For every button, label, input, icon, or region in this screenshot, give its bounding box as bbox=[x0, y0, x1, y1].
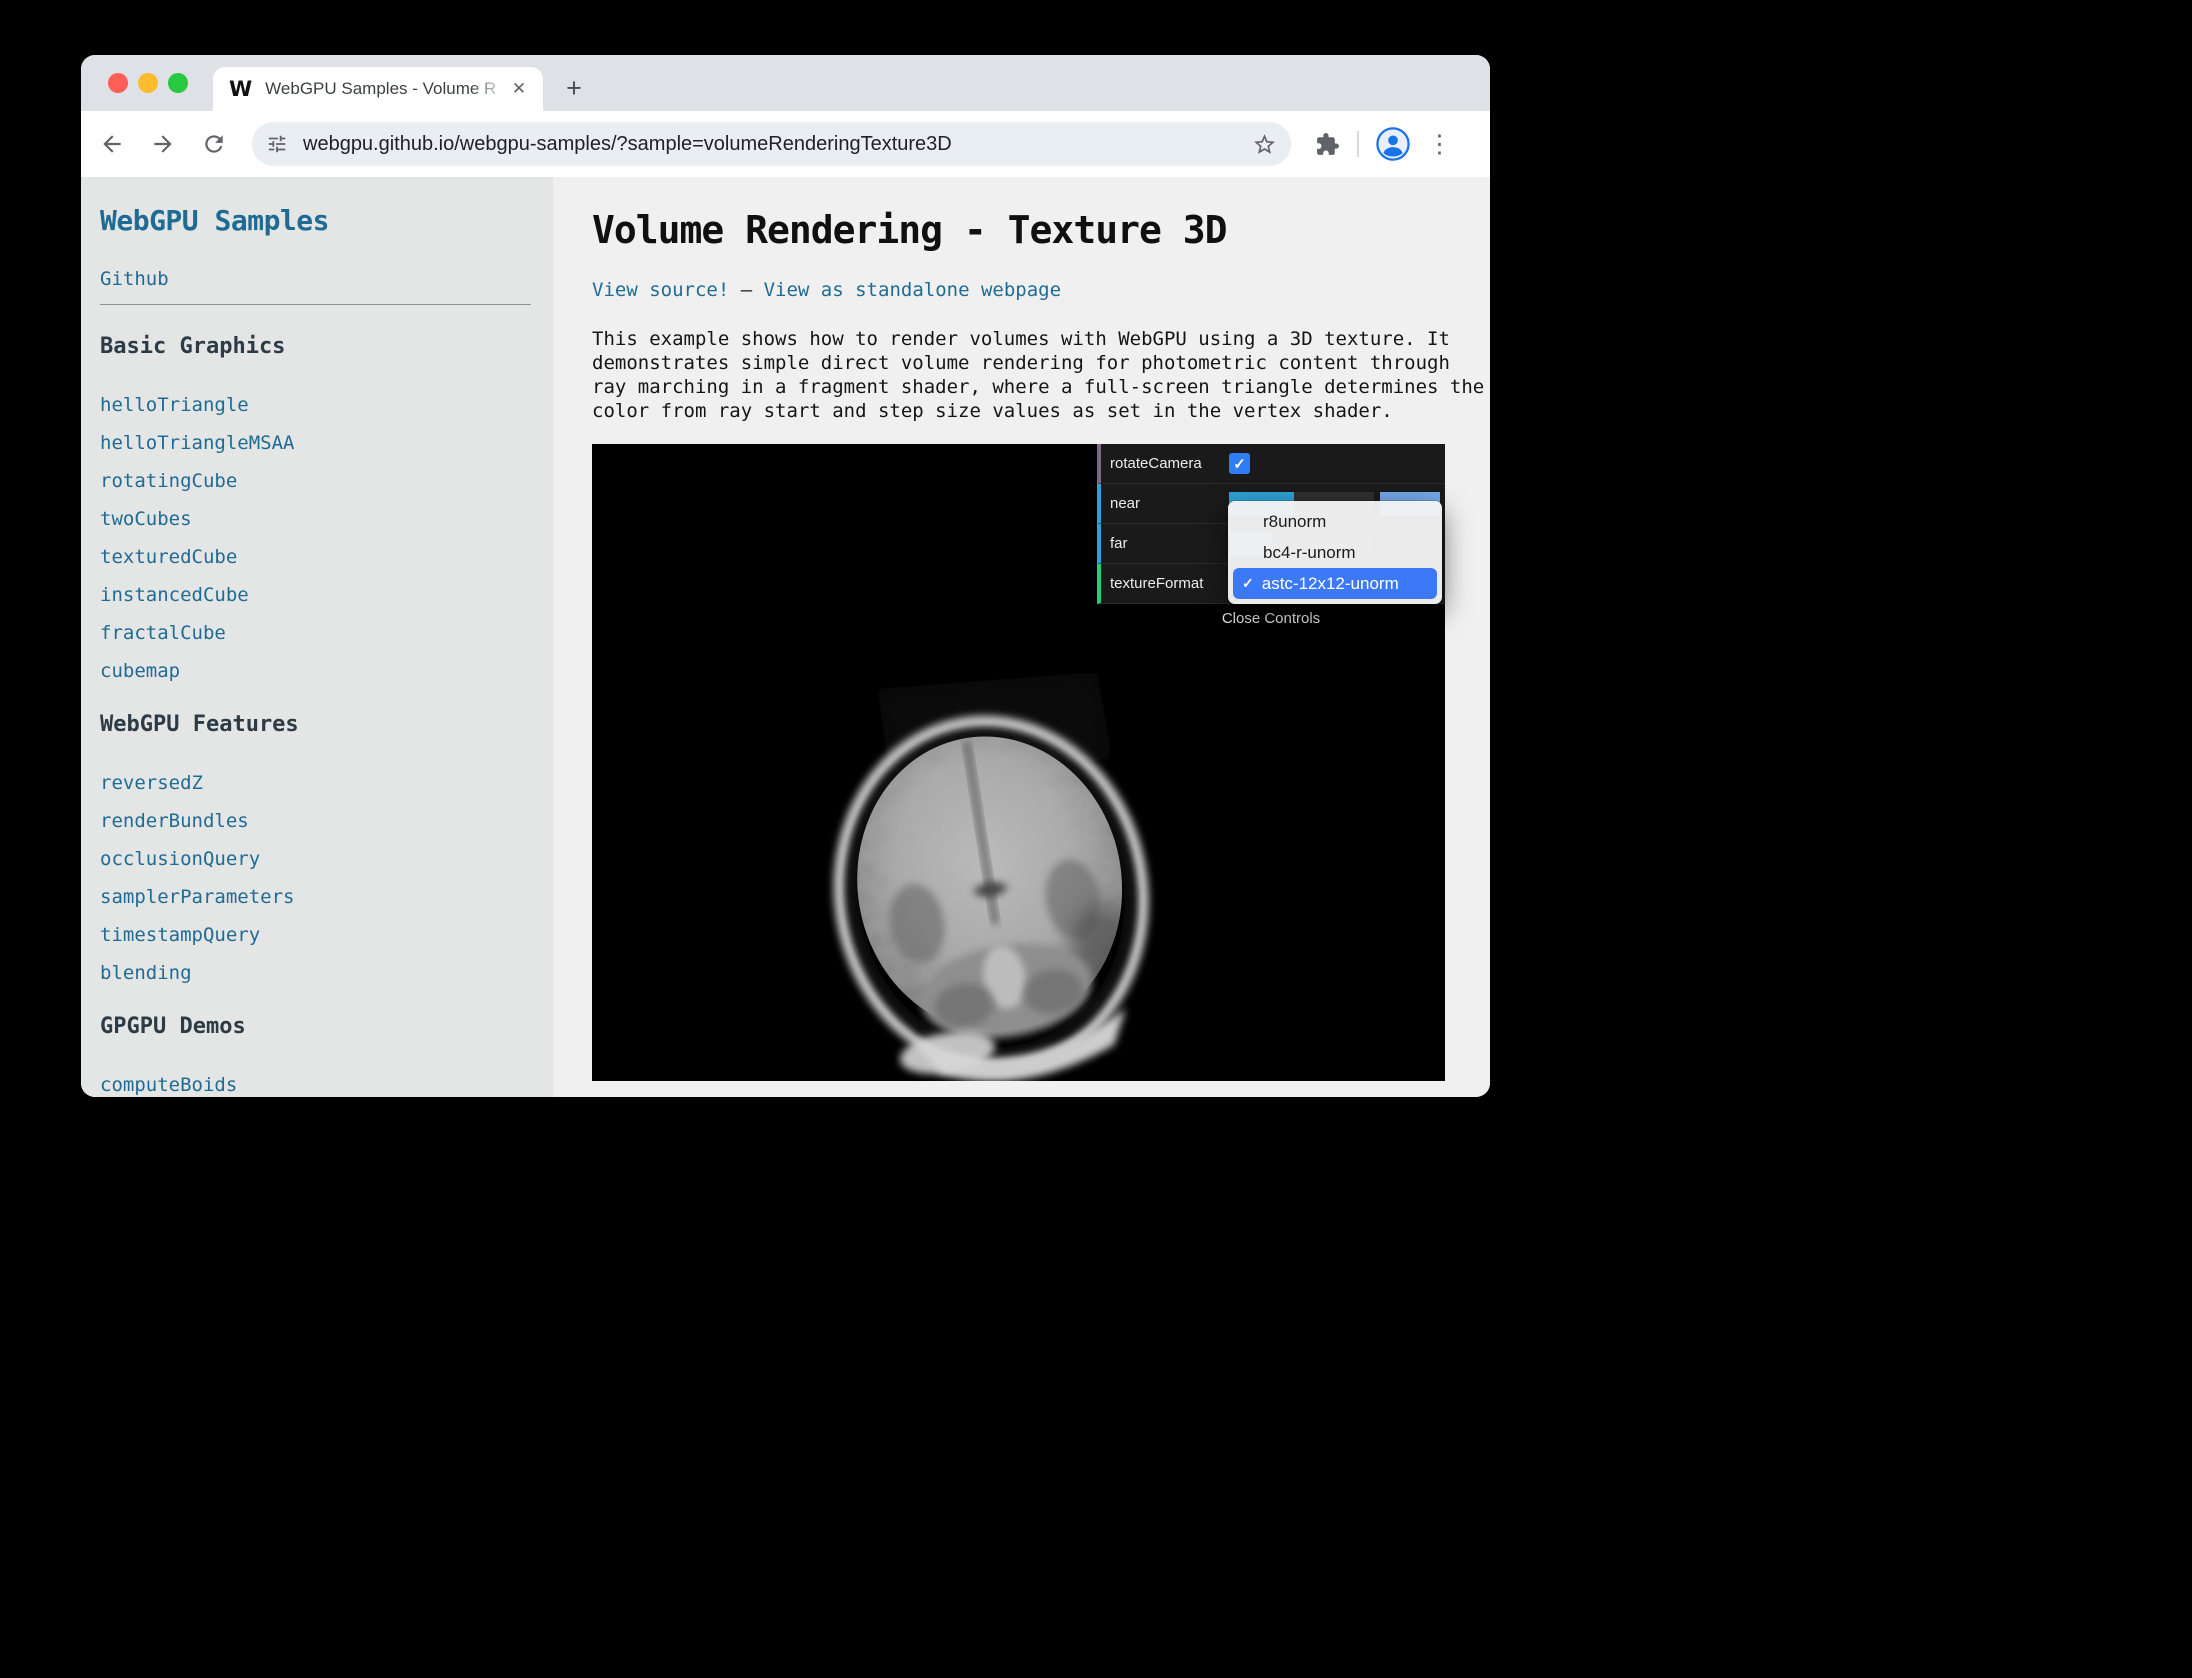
close-window-button[interactable] bbox=[108, 73, 128, 93]
sidebar-item-cubemap[interactable]: cubemap bbox=[100, 660, 180, 682]
page-content: WebGPU Samples Github Basic Graphics hel… bbox=[81, 177, 1490, 1097]
site-settings-icon[interactable] bbox=[266, 133, 288, 155]
textureformat-label: textureFormat bbox=[1101, 575, 1229, 592]
basic-graphics-list: helloTriangle helloTriangleMSAA rotating… bbox=[100, 393, 531, 683]
browser-window: W WebGPU Samples - Volume R ✕ + webgpu.g… bbox=[81, 55, 1490, 1097]
browser-menu-icon[interactable]: ⋮ bbox=[1427, 132, 1452, 157]
webgpu-features-list: reversedZ renderBundles occlusionQuery s… bbox=[100, 771, 531, 985]
dropdown-option-r8unorm[interactable]: r8unorm bbox=[1228, 506, 1442, 537]
browser-tab[interactable]: W WebGPU Samples - Volume R ✕ bbox=[213, 67, 543, 111]
sidebar-title: WebGPU Samples bbox=[100, 204, 531, 237]
textureformat-dropdown: r8unorm bc4-r-unorm ✓ astc-12x12-unorm bbox=[1228, 501, 1442, 604]
tab-close-icon[interactable]: ✕ bbox=[507, 77, 531, 101]
section-heading-basic-graphics: Basic Graphics bbox=[100, 334, 531, 359]
zoom-window-button[interactable] bbox=[168, 73, 188, 93]
sidebar-item-renderbundles[interactable]: renderBundles bbox=[100, 810, 249, 832]
sidebar-divider bbox=[100, 304, 531, 305]
section-heading-gpgpu-demos: GPGPU Demos bbox=[100, 1014, 531, 1039]
page-title: Volume Rendering - Texture 3D bbox=[592, 208, 1490, 252]
minimize-window-button[interactable] bbox=[138, 73, 158, 93]
url-text[interactable]: webgpu.github.io/webgpu-samples/?sample=… bbox=[303, 133, 1252, 156]
tab-strip: W WebGPU Samples - Volume R ✕ + bbox=[81, 55, 1490, 111]
sidebar-item-samplerparameters[interactable]: samplerParameters bbox=[100, 886, 294, 908]
links-separator: — bbox=[729, 279, 763, 301]
github-link[interactable]: Github bbox=[100, 268, 169, 290]
back-icon[interactable] bbox=[99, 131, 125, 157]
sidebar-item-timestampquery[interactable]: timestampQuery bbox=[100, 924, 260, 946]
window-controls bbox=[108, 73, 188, 93]
desktop: W WebGPU Samples - Volume R ✕ + webgpu.g… bbox=[0, 0, 2192, 1678]
bookmark-star-icon[interactable] bbox=[1252, 132, 1277, 157]
sample-main: Volume Rendering - Texture 3D View sourc… bbox=[553, 177, 1490, 1097]
forward-icon[interactable] bbox=[150, 131, 176, 157]
sample-links-row: View source! — View as standalone webpag… bbox=[592, 279, 1490, 301]
gui-row-rotatecamera: rotateCamera ✓ bbox=[1097, 444, 1445, 484]
rotatecamera-label: rotateCamera bbox=[1101, 455, 1229, 472]
sidebar-item-texturedcube[interactable]: texturedCube bbox=[100, 546, 237, 568]
dropdown-selected-label: astc-12x12-unorm bbox=[1262, 568, 1399, 599]
reload-icon[interactable] bbox=[201, 131, 227, 157]
section-heading-webgpu-features: WebGPU Features bbox=[100, 712, 531, 737]
sidebar-item-instancedcube[interactable]: instancedCube bbox=[100, 584, 249, 606]
new-tab-button[interactable]: + bbox=[559, 73, 589, 103]
toolbar-separator bbox=[1357, 131, 1359, 157]
close-controls-button[interactable]: Close Controls bbox=[1097, 604, 1445, 634]
dropdown-option-astc-12x12-unorm[interactable]: ✓ astc-12x12-unorm bbox=[1233, 568, 1437, 599]
samples-sidebar: WebGPU Samples Github Basic Graphics hel… bbox=[81, 177, 553, 1097]
sample-description: This example shows how to render volumes… bbox=[592, 327, 1490, 423]
gpgpu-demos-list: computeBoids bbox=[100, 1073, 531, 1097]
sidebar-item-occlusionquery[interactable]: occlusionQuery bbox=[100, 848, 260, 870]
far-label: far bbox=[1101, 535, 1229, 552]
profile-avatar[interactable] bbox=[1376, 127, 1410, 161]
rotate-camera-checkbox[interactable]: ✓ bbox=[1229, 453, 1250, 474]
extensions-icon[interactable] bbox=[1315, 132, 1340, 157]
sidebar-item-hellotriangle[interactable]: helloTriangle bbox=[100, 394, 249, 416]
address-bar[interactable]: webgpu.github.io/webgpu-samples/?sample=… bbox=[252, 122, 1291, 166]
view-source-link[interactable]: View source! bbox=[592, 279, 729, 301]
webgpu-canvas[interactable]: rotateCamera ✓ near far bbox=[592, 444, 1445, 1081]
webgpu-favicon-icon: W bbox=[229, 77, 252, 101]
sidebar-item-computeboids[interactable]: computeBoids bbox=[100, 1074, 237, 1096]
sidebar-item-rotatingcube[interactable]: rotatingCube bbox=[100, 470, 237, 492]
near-label: near bbox=[1101, 495, 1229, 512]
standalone-webpage-link[interactable]: View as standalone webpage bbox=[764, 279, 1061, 301]
checkmark-icon: ✓ bbox=[1242, 568, 1254, 599]
tab-title: WebGPU Samples - Volume R bbox=[265, 79, 507, 99]
sidebar-item-blending[interactable]: blending bbox=[100, 962, 192, 984]
sidebar-item-reversedz[interactable]: reversedZ bbox=[100, 772, 203, 794]
sidebar-item-fractalcube[interactable]: fractalCube bbox=[100, 622, 226, 644]
dropdown-option-bc4-r-unorm[interactable]: bc4-r-unorm bbox=[1228, 537, 1442, 568]
sidebar-item-twocubes[interactable]: twoCubes bbox=[100, 508, 192, 530]
browser-toolbar: webgpu.github.io/webgpu-samples/?sample=… bbox=[81, 111, 1490, 177]
sidebar-item-hellotrianglemsaa[interactable]: helloTriangleMSAA bbox=[100, 432, 294, 454]
